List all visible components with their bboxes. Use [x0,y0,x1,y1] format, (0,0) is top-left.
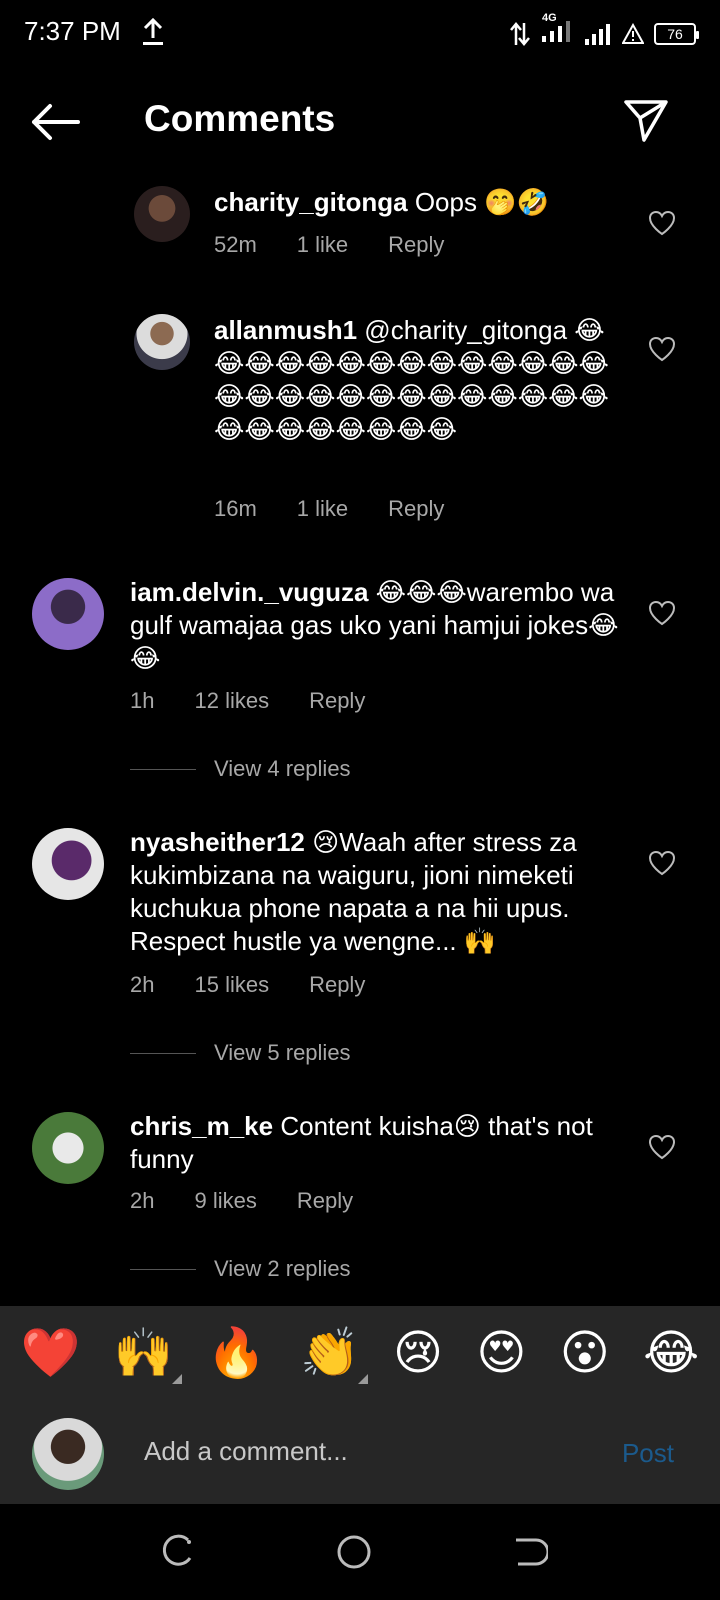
quick-emoji-bar: ❤️ 🙌 🔥 👏 😢 😍 😮 😂 [0,1306,720,1402]
reply-button[interactable]: Reply [388,232,444,258]
system-nav-bar [0,1504,720,1600]
comment-time: 16m [214,496,257,521]
battery-level: 76 [667,25,683,42]
reply-button[interactable]: Reply [297,1188,353,1214]
comment-likes[interactable]: 9 likes [194,1188,256,1214]
emoji-surprised[interactable]: 😮 [560,1330,610,1378]
comment-meta: 2h 9 likes Reply [130,1188,353,1214]
back-arrow-icon[interactable] [30,102,80,142]
heart-icon[interactable] [648,210,676,236]
divider [130,1268,196,1270]
comment-item: nyasheither12 😢Waah after stress za kuki… [0,826,720,1066]
recents-icon[interactable] [160,1534,196,1570]
emoji-cry[interactable]: 😢 [393,1330,443,1378]
comment-time: 2h [130,1188,155,1213]
comment-item: allanmush1 @charity_gitonga 😂😂😂😂😂😂😂😂😂😂😂😂… [0,314,720,524]
signal-4g-icon: 4G [540,12,574,49]
header: Comments [0,80,720,164]
emoji-heart-eyes[interactable]: 😍 [476,1330,526,1378]
avatar[interactable] [32,578,104,650]
emoji-glyph: 🙌 [113,1327,174,1380]
comment-meta: 16m 1 like Reply [214,496,444,522]
reply-button[interactable]: Reply [309,688,365,714]
network-type: 4G [542,12,557,24]
emoji-raised-hands[interactable]: 🙌 [113,1327,182,1384]
status-icons: 4G 76 [510,12,699,49]
comment-item: charity_gitonga Oops 🤭🤣 52m 1 like Reply [0,186,720,276]
avatar[interactable] [134,314,190,370]
emoji-glyph: 👏 [299,1327,360,1380]
post-button[interactable]: Post [622,1438,674,1469]
back-nav-icon[interactable] [512,1534,548,1570]
heart-icon[interactable] [648,850,676,876]
reply-button[interactable]: Reply [388,496,444,522]
comment-time: 52m [214,232,257,257]
skin-tone-indicator [357,1374,368,1384]
emoji-clap[interactable]: 👏 [299,1327,368,1384]
warning-icon [622,22,644,44]
comment-composer: Add a comment... Post [0,1402,720,1504]
comment-meta: 52m 1 like Reply [214,232,444,258]
view-replies-label: View 5 replies [214,1040,351,1065]
emoji-heart[interactable]: ❤️ [21,1330,81,1378]
emoji-fire[interactable]: 🔥 [207,1330,267,1378]
comment-likes[interactable]: 1 like [297,232,348,258]
view-replies-label: View 4 replies [214,756,351,781]
avatar[interactable] [32,1112,104,1184]
comment-item: iam.delvin._vuguza 😂😂😂warembo wa gulf wa… [0,576,720,781]
comment-likes[interactable]: 15 likes [194,972,269,998]
skin-tone-indicator [171,1374,182,1384]
home-icon[interactable] [336,1534,372,1570]
comment-time: 1h [130,688,155,713]
heart-icon[interactable] [648,600,676,626]
avatar[interactable] [134,186,190,242]
view-replies-button[interactable]: View 2 replies [130,1256,351,1282]
battery-icon: 76 [654,22,699,45]
status-time: 7:37 PM [24,16,121,46]
comment-username[interactable]: chris_m_ke [130,1111,273,1141]
send-icon[interactable] [622,96,670,144]
view-replies-button[interactable]: View 4 replies [130,756,351,782]
comment-username[interactable]: nyasheither12 [130,827,305,857]
upload-icon [143,18,163,45]
my-avatar [32,1418,104,1490]
comment-likes[interactable]: 12 likes [194,688,269,714]
comment-username[interactable]: allanmush1 [214,315,357,345]
view-replies-label: View 2 replies [214,1256,351,1281]
view-replies-button[interactable]: View 5 replies [130,1040,351,1066]
comment-time: 2h [130,972,155,997]
comment-text: Oops 🤭🤣 [414,187,549,217]
emoji-laughing[interactable]: 😂 [643,1330,699,1378]
status-bar: 7:37 PM 4G 76 [0,0,720,64]
comment-username[interactable]: charity_gitonga [214,187,408,217]
comment-username[interactable]: iam.delvin._vuguza [130,577,368,607]
divider [130,1052,196,1054]
comment-meta: 2h 15 likes Reply [130,972,365,998]
signal-icon [585,23,610,45]
avatar[interactable] [32,828,104,900]
reply-button[interactable]: Reply [309,972,365,998]
comment-item: chris_m_ke Content kuisha😢 that's not fu… [0,1110,720,1290]
data-arrows-icon [510,21,530,46]
comment-input[interactable]: Add a comment... [144,1436,348,1467]
heart-icon[interactable] [648,336,676,362]
page-title: Comments [144,98,336,139]
divider [130,768,196,770]
comment-likes[interactable]: 1 like [297,496,348,522]
heart-icon[interactable] [648,1134,676,1160]
comment-meta: 1h 12 likes Reply [130,688,365,714]
